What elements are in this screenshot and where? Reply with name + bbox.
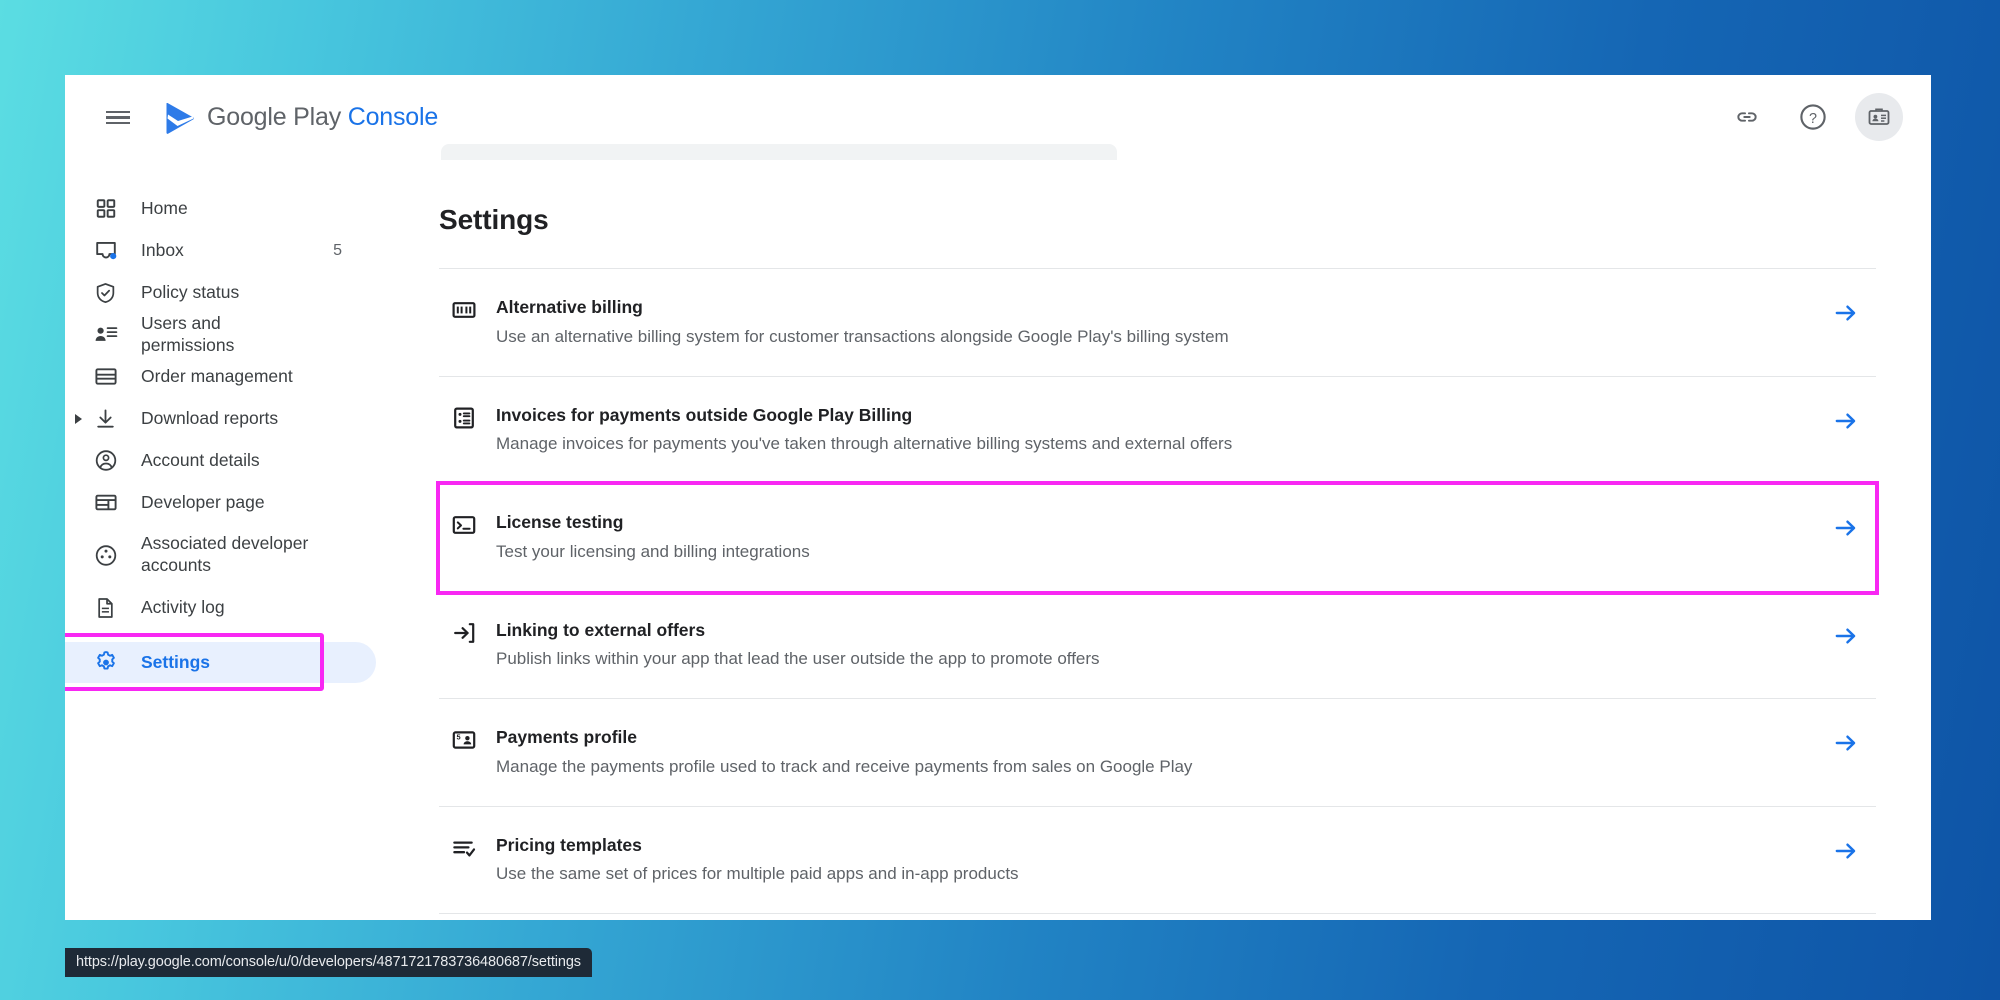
settings-row-title: Invoices for payments outside Google Pla… bbox=[496, 404, 913, 425]
settings-row-title: Linking to external offers bbox=[496, 619, 706, 640]
alternative-billing-icon bbox=[451, 298, 477, 322]
gear-icon bbox=[93, 650, 118, 675]
associated-accounts-icon bbox=[93, 543, 118, 568]
sidebar-item-inbox[interactable]: Inbox 5 bbox=[65, 230, 376, 271]
sidebar-item-associated-developer-accounts[interactable]: Associated developer accounts bbox=[65, 524, 376, 586]
credit-card-icon bbox=[93, 364, 118, 389]
settings-list: Alternative billing Use an alternative b… bbox=[436, 268, 1879, 915]
settings-row-title: Payments profile bbox=[496, 727, 638, 748]
settings-row-text: Alternative billing Use an alternative b… bbox=[496, 296, 1816, 349]
settings-row-alternative-billing[interactable]: Alternative billing Use an alternative b… bbox=[439, 269, 1876, 377]
settings-row-linking-to-external-offers[interactable]: Linking to external offers Publish links… bbox=[439, 592, 1876, 700]
settings-row-description: Use the same set of prices for multiple … bbox=[496, 864, 1019, 884]
inbox-badge-count: 5 bbox=[333, 241, 342, 259]
shield-check-icon bbox=[93, 280, 118, 305]
link-icon bbox=[1737, 112, 1757, 122]
topbar-actions: ? bbox=[1723, 93, 1903, 141]
sidebar-item-policy-status[interactable]: Policy status bbox=[65, 272, 376, 313]
sidebar-item-users-and-permissions[interactable]: Users and permissions bbox=[65, 312, 376, 355]
chevron-right-icon[interactable] bbox=[75, 413, 82, 424]
status-bar-url: https://play.google.com/console/u/0/deve… bbox=[65, 948, 592, 977]
sidebar-item-label: Order management bbox=[141, 365, 293, 386]
hamburger-bar bbox=[106, 116, 130, 119]
invoice-icon bbox=[451, 406, 477, 430]
terminal-icon bbox=[451, 513, 477, 537]
account-circle-icon bbox=[93, 448, 118, 473]
browser-window: Google Play Console Search Play Console bbox=[65, 75, 1931, 920]
brand-name-secondary: Console bbox=[347, 103, 439, 131]
settings-row-text: License testing Test your licensing and … bbox=[496, 511, 1816, 564]
arrow-right-icon[interactable] bbox=[1816, 515, 1876, 541]
payments-profile-icon: 5 bbox=[451, 728, 477, 752]
hamburger-menu-icon[interactable] bbox=[94, 94, 142, 142]
settings-row-payments-profile[interactable]: 5 Payments profile Manage the payments p… bbox=[439, 699, 1876, 807]
settings-row-description: Use an alternative billing system for cu… bbox=[496, 326, 1229, 346]
sidebar-item-label: Associated developer accounts bbox=[141, 533, 309, 575]
document-icon bbox=[93, 595, 118, 620]
settings-row-description: Manage invoices for payments you've take… bbox=[496, 434, 1233, 454]
help-icon-button[interactable]: ? bbox=[1789, 93, 1837, 141]
main-content: Settings Alternative billing Use an alte… bbox=[376, 160, 1931, 920]
svg-text:5: 5 bbox=[457, 733, 461, 742]
arrow-right-icon[interactable] bbox=[1816, 730, 1876, 756]
account-badge-icon bbox=[1868, 108, 1890, 125]
sidebar-item-label: Activity log bbox=[141, 596, 225, 617]
sidebar-item-label: Inbox bbox=[141, 239, 184, 260]
sidebar-item-home[interactable]: Home bbox=[65, 188, 376, 229]
page-title: Settings bbox=[439, 204, 549, 235]
sidebar-item-label: Download reports bbox=[141, 407, 279, 428]
link-icon-button[interactable] bbox=[1723, 93, 1771, 141]
svg-text:?: ? bbox=[1809, 111, 1817, 127]
settings-row-description: Manage the payments profile used to trac… bbox=[496, 756, 1193, 776]
settings-row-title: Alternative billing bbox=[496, 297, 643, 317]
sidebar-item-label: Account details bbox=[141, 449, 260, 470]
sidebar-item-label: Developer page bbox=[141, 491, 265, 512]
settings-row-text: Payments profile Manage the payments pro… bbox=[496, 726, 1816, 779]
sidebar-nav: Home Inbox 5 Policy status Users and per… bbox=[65, 160, 376, 920]
arrow-right-icon[interactable] bbox=[1816, 408, 1876, 434]
brand-text: Google Play Console bbox=[207, 103, 438, 132]
sidebar-item-label: Users and permissions bbox=[141, 312, 235, 355]
pricing-templates-icon bbox=[451, 836, 477, 860]
sidebar-item-account-details[interactable]: Account details bbox=[65, 440, 376, 481]
inbox-icon bbox=[93, 238, 118, 263]
settings-row-title: Pricing templates bbox=[496, 834, 642, 855]
settings-row-title: License testing bbox=[496, 512, 624, 533]
users-permissions-icon bbox=[93, 322, 118, 347]
top-app-bar: Google Play Console Search Play Console bbox=[65, 75, 1931, 194]
hamburger-bar bbox=[106, 121, 130, 125]
developer-page-icon bbox=[93, 490, 118, 515]
download-icon bbox=[93, 406, 118, 431]
external-link-box-icon bbox=[451, 621, 477, 645]
sidebar-item-download-reports[interactable]: Download reports bbox=[65, 398, 376, 439]
sidebar-item-settings[interactable]: Settings bbox=[65, 633, 376, 691]
account-badge-button[interactable] bbox=[1855, 93, 1903, 141]
settings-row-text: Linking to external offers Publish links… bbox=[496, 619, 1816, 672]
settings-row-pricing-templates[interactable]: Pricing templates Use the same set of pr… bbox=[439, 807, 1876, 915]
sidebar-item-developer-page[interactable]: Developer page bbox=[65, 482, 376, 523]
arrow-right-icon[interactable] bbox=[1816, 300, 1876, 326]
sidebar-item-label: Policy status bbox=[141, 281, 240, 302]
sidebar-item-label: Home bbox=[141, 197, 188, 218]
settings-row-license-testing[interactable]: License testing Test your licensing and … bbox=[436, 481, 1879, 595]
settings-row-invoices-for-payments[interactable]: Invoices for payments outside Google Pla… bbox=[439, 377, 1876, 485]
hamburger-bar bbox=[106, 110, 130, 114]
sidebar-item-label: Settings bbox=[141, 651, 211, 672]
help-icon: ? bbox=[1800, 104, 1826, 130]
sidebar-item-order-management[interactable]: Order management bbox=[65, 356, 376, 397]
sidebar-item-activity-log[interactable]: Activity log bbox=[65, 587, 376, 628]
arrow-right-icon[interactable] bbox=[1816, 838, 1876, 864]
play-triangle-icon bbox=[166, 102, 194, 134]
settings-row-description: Test your licensing and billing integrat… bbox=[496, 541, 810, 561]
brand-logo-link[interactable]: Google Play Console bbox=[165, 102, 438, 134]
settings-row-text: Pricing templates Use the same set of pr… bbox=[496, 834, 1816, 887]
grid-icon bbox=[93, 196, 118, 221]
arrow-right-icon[interactable] bbox=[1816, 623, 1876, 649]
brand-name-primary: Google Play bbox=[207, 103, 341, 131]
settings-row-description: Publish links within your app that lead … bbox=[496, 649, 1100, 669]
settings-row-text: Invoices for payments outside Google Pla… bbox=[496, 404, 1816, 457]
